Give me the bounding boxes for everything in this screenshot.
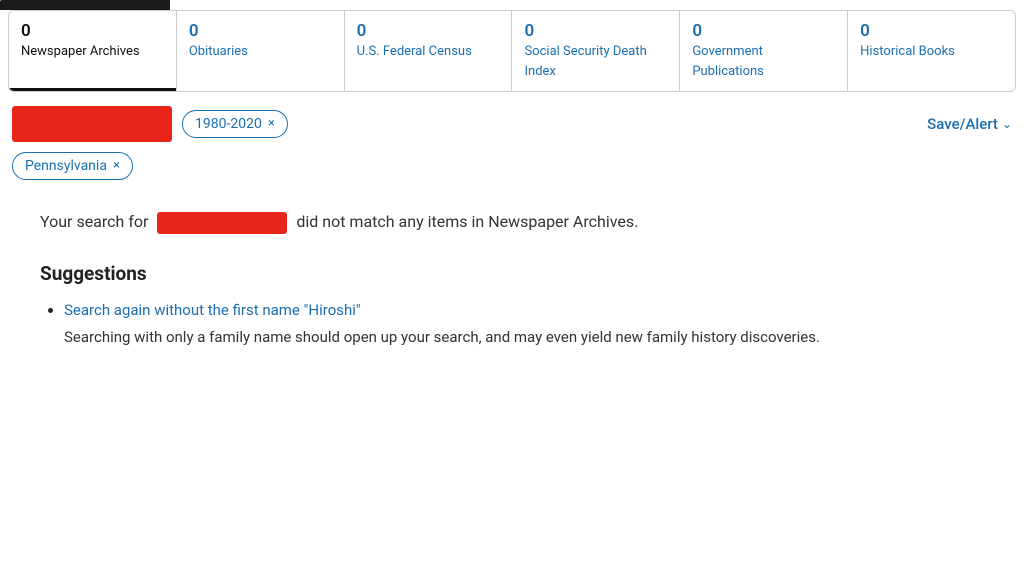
main-content: Your search for did not match any items … [0,194,1024,375]
filters-row: 1980-2020 × Save/Alert ⌄ [0,92,1024,148]
obituaries-count: 0 [189,21,332,41]
tab-newspaper-archives[interactable]: 0 Newspaper Archives [9,11,177,91]
us-federal-census-label: U.S. Federal Census [357,44,472,59]
gov-pub-label: Government Publications [692,44,764,79]
location-close-icon[interactable]: × [113,158,120,173]
date-range-label: 1980-2020 [195,116,262,132]
suggestions-heading: Suggestions [40,262,984,285]
no-results-text: Your search for did not match any items … [40,210,984,234]
no-results-prefix: Your search for [40,212,148,231]
us-federal-census-count: 0 [357,21,500,41]
save-alert-label: Save/Alert [927,115,998,133]
historical-books-count: 0 [860,21,1003,41]
ssdi-count: 0 [524,21,667,41]
no-results-suffix: did not match any items in Newspaper Arc… [296,212,638,231]
date-range-close-icon[interactable]: × [268,116,275,131]
top-dark-bar [0,0,170,10]
ssdi-label: Social Security Death Index [524,44,646,79]
tab-social-security-death-index[interactable]: 0 Social Security Death Index [512,11,680,91]
tab-government-publications[interactable]: 0 Government Publications [680,11,848,91]
suggestion-link-1[interactable]: Search again without the first name "Hir… [64,301,361,319]
location-label: Pennsylvania [25,158,107,174]
redacted-name-inline [157,212,287,234]
suggestions-list: Search again without the first name "Hir… [40,301,984,349]
historical-books-label: Historical Books [860,44,955,59]
save-alert-button[interactable]: Save/Alert ⌄ [927,115,1012,133]
date-range-filter[interactable]: 1980-2020 × [182,110,288,138]
obituaries-label: Obituaries [189,44,248,59]
gov-pub-count: 0 [692,21,835,41]
tab-obituaries[interactable]: 0 Obituaries [177,11,345,91]
newspaper-archives-count: 0 [21,21,164,41]
location-filter[interactable]: Pennsylvania × [12,152,133,180]
category-tabs: 0 Newspaper Archives 0 Obituaries 0 U.S.… [8,10,1016,92]
tab-historical-books[interactable]: 0 Historical Books [848,11,1015,91]
chevron-down-icon: ⌄ [1002,117,1012,131]
list-item: Search again without the first name "Hir… [64,301,984,349]
tab-us-federal-census[interactable]: 0 U.S. Federal Census [345,11,513,91]
suggestion-desc-1: Searching with only a family name should… [64,325,984,349]
newspaper-archives-label: Newspaper Archives [21,44,140,59]
redacted-search-term [12,106,172,142]
filters-row2: Pennsylvania × [0,148,1024,194]
